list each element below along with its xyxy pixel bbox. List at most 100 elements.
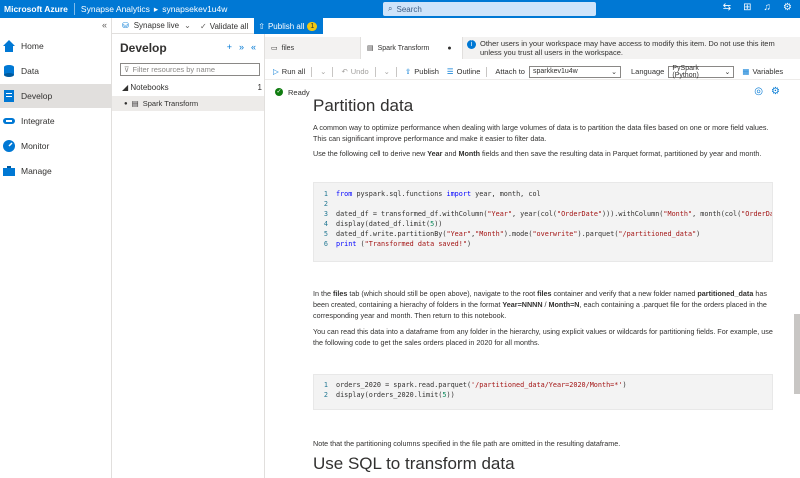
- nav-home-label: Home: [21, 41, 44, 51]
- heading-partition-data: Partition data: [313, 96, 414, 115]
- synapse-live-dropdown[interactable]: Synapse live: [134, 21, 179, 30]
- upload-icon: ⇧: [258, 21, 265, 31]
- code-line: 1 from pyspark.sql.functions import year,…: [314, 189, 772, 199]
- collapse-nav-icon[interactable]: «: [102, 20, 107, 30]
- line-number: 3: [323, 210, 328, 218]
- text-run-bold: Year=NNNN: [502, 300, 543, 309]
- nav-home[interactable]: Home: [0, 34, 111, 58]
- info-banner: i Other users in your workspace may have…: [463, 37, 800, 59]
- divider: [486, 66, 488, 77]
- info-icon: i: [467, 40, 476, 49]
- outline-button[interactable]: ☰ Outline: [447, 67, 481, 76]
- editor-area: ✓ Validate all ⇧ Publish all 1 ▭ files ▤…: [200, 18, 800, 478]
- breadcrumb-service[interactable]: Synapse Analytics: [81, 4, 150, 14]
- scrollbar-thumb[interactable]: [794, 314, 800, 394]
- notebooks-label: Notebooks: [130, 83, 169, 92]
- gear-icon[interactable]: ⚙: [783, 2, 792, 13]
- tab-spark-transform[interactable]: ▤ Spark Transform ●: [360, 37, 463, 59]
- pipeline-icon: [2, 114, 16, 128]
- publish-button[interactable]: ⇧ Publish: [405, 67, 439, 76]
- gear-icon[interactable]: ⚙: [771, 86, 780, 97]
- undo-button[interactable]: ↶ Undo: [341, 67, 368, 76]
- code-cell[interactable]: 1 orders_2020 = spark.read.parquet('/part…: [313, 374, 773, 410]
- nav-data[interactable]: Data: [0, 59, 111, 83]
- code-cell[interactable]: 1 from pyspark.sql.functions import year,…: [313, 182, 773, 262]
- divider: [374, 66, 376, 77]
- database-icon: [2, 64, 16, 78]
- search-input[interactable]: ⌕ Search: [383, 2, 596, 16]
- tab-files[interactable]: ▭ files: [265, 37, 360, 59]
- workspace-toolbar: [265, 18, 800, 34]
- code-line: 4 display(dated_df.limit(5)): [314, 219, 772, 229]
- unsaved-dot-icon: ●: [124, 100, 128, 107]
- publish-all-button[interactable]: ⇧ Publish all 1: [254, 18, 324, 34]
- code-line: 2: [314, 199, 772, 209]
- brand-title[interactable]: Microsoft Azure: [0, 3, 75, 15]
- line-number: 2: [323, 200, 328, 208]
- filter-placeholder: Filter resources by name: [132, 65, 216, 74]
- nav-manage[interactable]: Manage: [0, 159, 111, 183]
- chevron-down-icon[interactable]: ⌄: [184, 21, 191, 30]
- text-run-bold: Month=N: [548, 300, 580, 309]
- collapse-pane-icon[interactable]: «: [251, 42, 256, 52]
- collapse-all-icon[interactable]: »: [239, 42, 244, 52]
- bell-icon[interactable]: ♫: [764, 2, 772, 13]
- home-icon: [2, 39, 16, 53]
- notebook-item-spark-transform[interactable]: ● ▤ Spark Transform: [112, 96, 264, 111]
- editor-tabs: ▭ files ▤ Spark Transform ● i Other user…: [265, 37, 800, 59]
- line-number: 1: [323, 190, 328, 198]
- text-run-bold: files: [332, 289, 348, 298]
- undo-label: Undo: [350, 67, 369, 76]
- feedback-icon[interactable]: ⇆: [723, 2, 731, 13]
- chevron-down-icon[interactable]: ⌄: [320, 67, 326, 76]
- markdown-paragraph: A common way to optimize performance whe…: [313, 123, 769, 143]
- variables-button[interactable]: ▦ Variables: [742, 67, 783, 76]
- search-placeholder: Search: [396, 4, 422, 14]
- play-icon: ▷: [273, 67, 279, 76]
- line-number: 6: [323, 240, 328, 248]
- filter-input[interactable]: ⊽ Filter resources by name: [120, 63, 260, 76]
- search-icon: ⌕: [388, 4, 393, 13]
- filter-icon: ⊽: [124, 65, 130, 74]
- notebooks-count: 1: [257, 83, 262, 92]
- nav-monitor-label: Monitor: [21, 141, 50, 151]
- markdown-paragraph: You can read this data into a dataframe …: [313, 327, 773, 347]
- checkmark-icon: ✓: [200, 21, 207, 31]
- toolbox-icon: [2, 164, 16, 178]
- nav-develop[interactable]: Develop: [0, 84, 111, 108]
- chevron-down-icon[interactable]: ⌄: [384, 67, 390, 76]
- run-all-button[interactable]: ▷ Run all: [273, 67, 305, 76]
- publish-label: Publish: [414, 67, 439, 76]
- text-run: Use the following cell to derive new: [313, 149, 428, 158]
- text-run: fields and then save the resulting data …: [480, 149, 762, 158]
- code-line: 3 dated_df = transformed_df.withColumn("Y…: [314, 209, 772, 219]
- line-number: 5: [323, 230, 328, 238]
- nav-integrate[interactable]: Integrate: [0, 109, 111, 133]
- language-select[interactable]: PySpark (Python) ⌄: [668, 65, 735, 79]
- attach-to-select[interactable]: sparkkev1u4w ⌄: [528, 65, 621, 78]
- heading-use-sql: Use SQL to transform data: [313, 454, 515, 473]
- notebook-item-label: Spark Transform: [142, 99, 199, 108]
- code-line: 6 print ("Transformed data saved!"): [314, 239, 772, 249]
- synapse-live-icon: ⛁: [122, 21, 129, 30]
- divider: [311, 66, 313, 77]
- nav-monitor[interactable]: Monitor: [0, 134, 111, 158]
- add-resource-icon[interactable]: +: [227, 42, 232, 52]
- directory-icon[interactable]: ⊞: [743, 2, 751, 13]
- notebooks-group[interactable]: ◢ Notebooks 1: [122, 83, 262, 92]
- text-run-bold: Month: [458, 149, 481, 158]
- run-all-label: Run all: [281, 67, 306, 76]
- notebook-toolbar: ▷ Run all ⌄ ↶ Undo ⌄ ⇧ Publish ☰ Outline Att…: [265, 64, 800, 80]
- develop-title: Develop: [120, 41, 167, 55]
- attach-to-label: Attach to: [495, 67, 525, 76]
- text-run: container and verify that a new folder n…: [551, 289, 698, 298]
- gauge-icon: [2, 139, 16, 153]
- validate-all-button[interactable]: ✓ Validate all: [200, 22, 248, 31]
- nav-integrate-label: Integrate: [21, 116, 55, 126]
- markdown-paragraph: In the files tab (which should still be …: [313, 288, 783, 321]
- document-icon: [2, 89, 16, 103]
- unsaved-dot-icon[interactable]: ●: [447, 45, 451, 52]
- target-icon[interactable]: ◎: [754, 86, 763, 97]
- breadcrumb-workspace[interactable]: synapsekev1u4w: [162, 4, 227, 14]
- tab-spark-label: Spark Transform: [377, 44, 430, 52]
